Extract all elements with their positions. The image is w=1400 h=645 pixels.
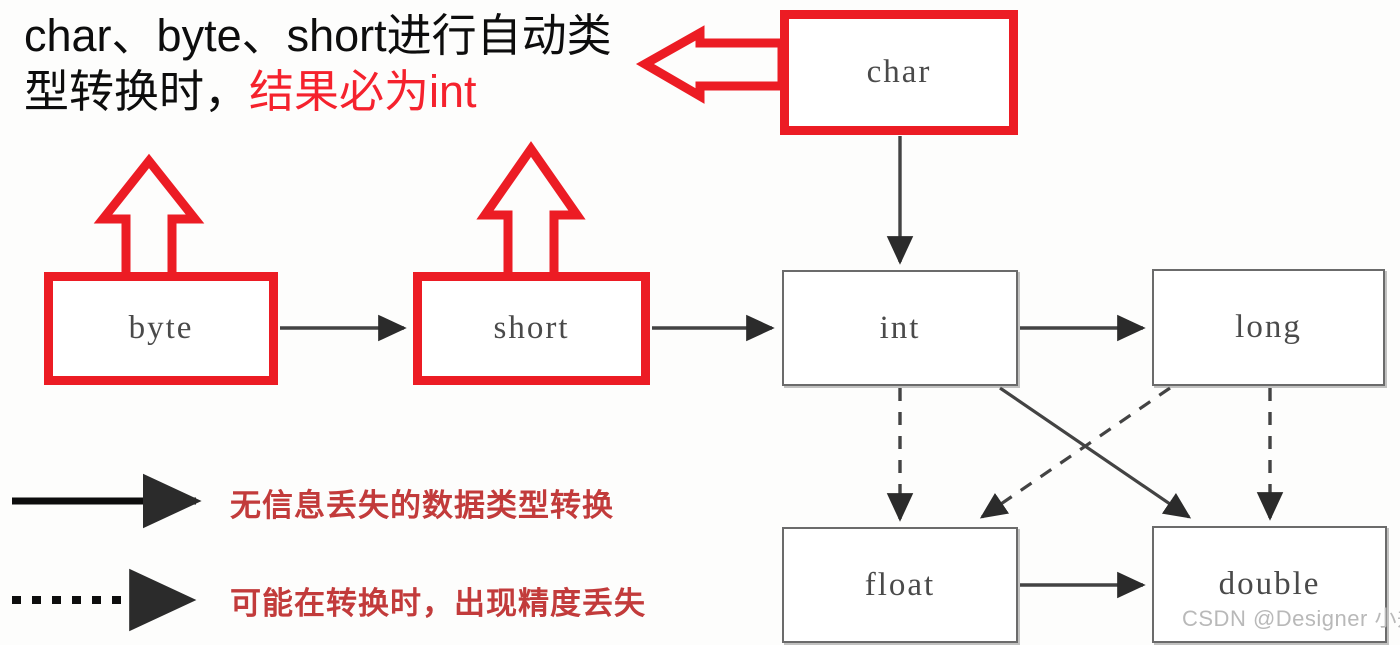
node-int-label: int [879,309,921,346]
node-float-label: float [864,566,936,603]
legend-item-no-loss: 无信息丢失的数据类型转换 [230,480,614,525]
char-callout-arrow-icon [635,25,787,104]
node-short-label: short [493,310,570,346]
node-float[interactable]: float [782,527,1018,643]
node-char[interactable]: char [780,10,1018,135]
node-byte-label: byte [128,310,194,346]
type-conversion-diagram: char、byte、short进行自动类 型转换时，结果必为int char b… [0,0,1400,645]
legend-label-precision-loss: 可能在转换时，出现精度丢失 [230,586,646,621]
node-int[interactable]: int [782,270,1018,386]
watermark: CSDN @Designer 小郑 [1182,606,1400,631]
edge-long-float [979,386,1171,519]
node-double-label: double [1218,566,1321,602]
node-byte[interactable]: byte [44,272,278,385]
byte-callout-arrow-icon [93,153,205,276]
node-long[interactable]: long [1152,269,1385,386]
legend-label-no-loss: 无信息丢失的数据类型转换 [230,488,614,523]
edge-int-double [999,386,1192,519]
node-char-label: char [866,54,932,90]
node-long-label: long [1235,309,1302,345]
legend-item-precision-loss: 可能在转换时，出现精度丢失 [230,578,646,623]
short-callout-arrow-icon [476,141,586,276]
node-short[interactable]: short [413,272,650,385]
